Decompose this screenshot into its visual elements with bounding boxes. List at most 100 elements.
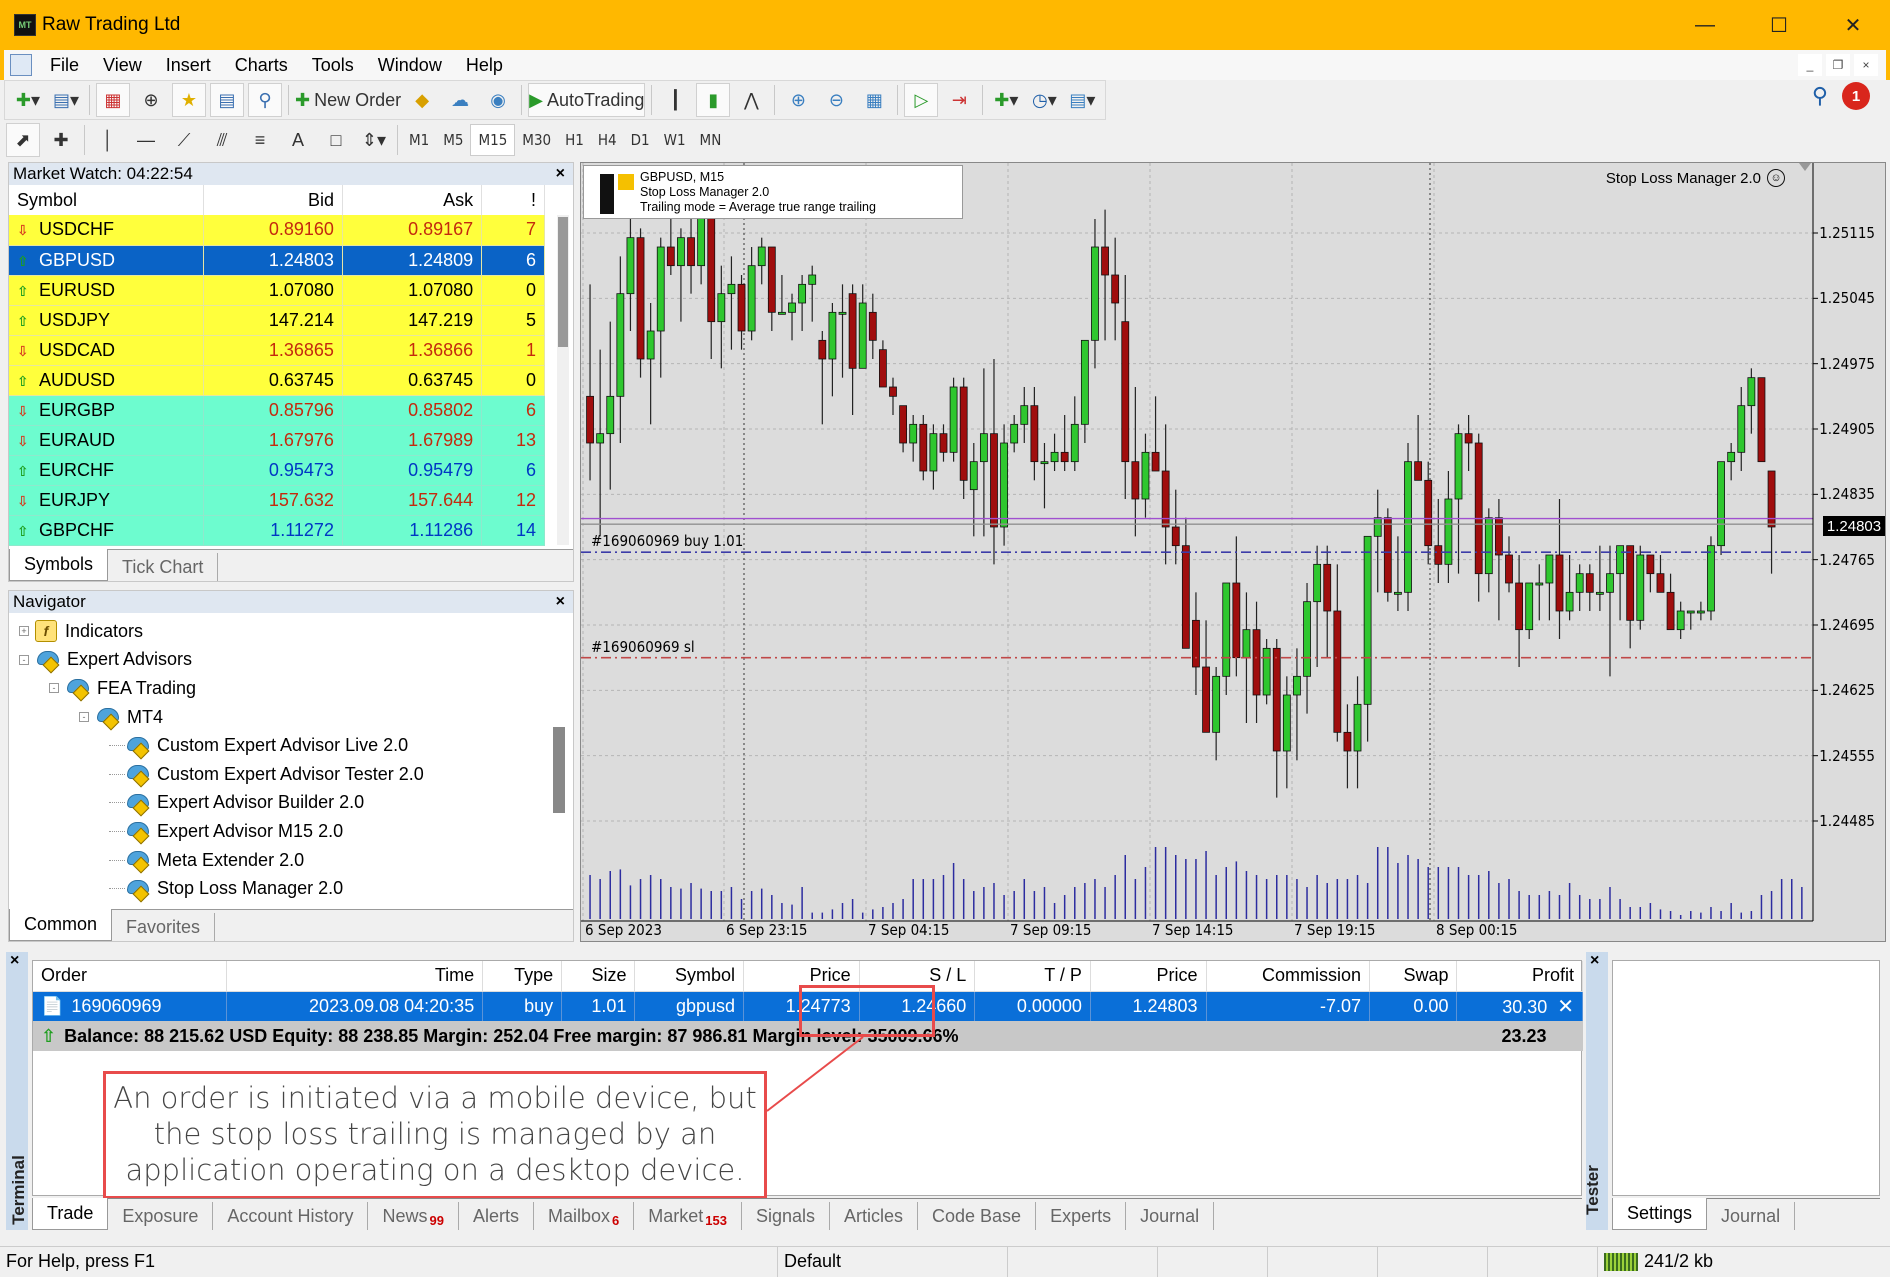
expand-icon[interactable]: + — [19, 626, 29, 637]
trendline-tool[interactable]: ⟋ — [167, 123, 201, 157]
column-header[interactable]: Bid — [203, 185, 343, 215]
close-button[interactable]: ✕ — [1816, 0, 1890, 50]
order-take-profit[interactable]: 0.00000 — [974, 991, 1091, 1021]
navigator-item[interactable]: Stop Loss Manager 2.0 — [9, 874, 549, 903]
tab-exposure[interactable]: Exposure — [108, 1202, 214, 1230]
timeframe-w1[interactable]: W1 — [657, 124, 693, 156]
navigator-item[interactable]: Custom Expert Advisor Live 2.0 — [9, 731, 549, 760]
price-chart[interactable] — [581, 163, 1887, 943]
tab-experts[interactable]: Experts — [1036, 1202, 1127, 1230]
mdi-minimize-button[interactable]: _ — [1798, 54, 1822, 76]
column-header[interactable]: Type — [482, 961, 563, 992]
signals-button[interactable]: ◉ — [481, 83, 515, 117]
column-header[interactable]: Profit — [1456, 961, 1583, 992]
market-watch-row[interactable]: ⇩ EURAUD 1.67976 1.67989 13 — [9, 425, 545, 456]
tab-mailbox[interactable]: Mailbox 6 — [534, 1202, 635, 1230]
tab-favorites[interactable]: Favorites — [112, 913, 216, 941]
market-watch-row[interactable]: ⇩ USDCAD 1.36865 1.36866 1 — [9, 335, 545, 366]
tab-market[interactable]: Market 153 — [634, 1202, 742, 1230]
search-icon[interactable]: ⚲ — [1812, 83, 1828, 109]
tab-trade[interactable]: Trade — [32, 1198, 109, 1230]
menu-insert[interactable]: Insert — [154, 55, 223, 76]
navigator-item[interactable]: Custom Expert Advisor Tester 2.0 — [9, 760, 549, 789]
market-watch-row[interactable]: ⇩ USDCHF 0.89160 0.89167 7 — [9, 215, 545, 246]
terminal-toggle[interactable]: ▤ — [210, 83, 244, 117]
column-header[interactable]: Time — [226, 961, 484, 992]
terminal-close-icon[interactable]: × — [10, 952, 19, 970]
tester-tab-journal[interactable]: Journal — [1707, 1202, 1796, 1230]
navigator-item[interactable]: - FEA Trading — [9, 674, 549, 703]
collapse-icon[interactable]: - — [19, 654, 29, 665]
market-watch-close-icon[interactable]: × — [556, 165, 565, 183]
tester-close-icon[interactable]: × — [1590, 952, 1599, 970]
column-header[interactable]: Ask — [342, 185, 483, 215]
zoom-in-button[interactable]: ⊕ — [781, 83, 815, 117]
tab-articles[interactable]: Articles — [830, 1202, 918, 1230]
line-chart-button[interactable]: ⋀ — [734, 83, 768, 117]
maximize-button[interactable]: ☐ — [1742, 0, 1816, 50]
mdi-restore-button[interactable]: ❐ — [1826, 54, 1850, 76]
templates-button[interactable]: ▤ ▾ — [1065, 83, 1099, 117]
timeframe-h4[interactable]: H4 — [591, 124, 624, 156]
timeframe-mn[interactable]: MN — [693, 124, 729, 156]
tab-tick-chart[interactable]: Tick Chart — [108, 553, 219, 581]
data-window-toggle[interactable]: ⊕ — [134, 83, 168, 117]
candlestick-button[interactable]: ▮ — [696, 83, 731, 117]
timeframe-d1[interactable]: D1 — [624, 124, 657, 156]
notification-badge[interactable]: 1 — [1842, 82, 1870, 110]
column-header[interactable]: ! — [481, 185, 545, 215]
menu-charts[interactable]: Charts — [223, 55, 300, 76]
periods-button[interactable]: ◷ ▾ — [1027, 83, 1061, 117]
navigator-item[interactable]: - MT4 — [9, 703, 549, 732]
navigator-item[interactable]: - Expert Advisors — [9, 646, 549, 675]
collapse-icon[interactable]: - — [79, 712, 89, 723]
column-header[interactable]: Price — [1090, 961, 1207, 992]
navigator-item[interactable]: Expert Advisor M15 2.0 — [9, 817, 549, 846]
autotrading-button[interactable]: ▶ AutoTrading — [528, 83, 646, 117]
tab-code-base[interactable]: Code Base — [918, 1202, 1037, 1230]
tab-alerts[interactable]: Alerts — [459, 1202, 534, 1230]
text-label-tool[interactable]: □ — [319, 123, 353, 157]
indicators-button[interactable]: ✚ ▾ — [989, 83, 1023, 117]
market-watch-row[interactable]: ⇧ GBPCHF 1.11272 1.11286 14 — [9, 515, 545, 546]
market-watch-row[interactable]: ⇧ EURCHF 0.95473 0.95479 6 — [9, 455, 545, 486]
column-header[interactable]: Swap — [1369, 961, 1458, 992]
market-watch-row[interactable]: ⇧ EURUSD 1.07080 1.07080 0 — [9, 275, 545, 306]
market-watch-toggle[interactable]: ▦ — [96, 83, 130, 117]
column-header[interactable]: Size — [561, 961, 636, 992]
horizontal-line-tool[interactable]: — — [129, 123, 163, 157]
cursor-tool[interactable]: ⬈ — [6, 123, 40, 157]
menu-window[interactable]: Window — [366, 55, 454, 76]
profiles-button[interactable]: ▤ ▾ — [49, 83, 83, 117]
metaeditor-button[interactable]: ◆ — [405, 83, 439, 117]
tab-account-history[interactable]: Account History — [213, 1202, 369, 1230]
virtual-hosting-button[interactable]: ☁ — [443, 83, 477, 117]
document-icon[interactable] — [10, 54, 32, 76]
market-watch-row[interactable]: ⇩ EURGBP 0.85796 0.85802 6 — [9, 395, 545, 426]
crosshair-tool[interactable]: ✚ — [44, 123, 78, 157]
equidistant-channel-tool[interactable]: ⫻ — [205, 123, 239, 157]
auto-scroll-button[interactable]: ▷ — [904, 83, 939, 117]
chart-window[interactable]: GBPUSD, M15 Stop Loss Manager 2.0 Traili… — [580, 162, 1886, 942]
timeframe-m30[interactable]: M30 — [515, 124, 558, 156]
navigator-item[interactable]: Meta Extender 2.0 — [9, 846, 549, 875]
zoom-out-button[interactable]: ⊖ — [819, 83, 853, 117]
column-header[interactable]: Commission — [1206, 961, 1371, 992]
fibonacci-tool[interactable]: ≡ — [243, 123, 277, 157]
market-watch-row[interactable]: ⇩ EURJPY 157.632 157.644 12 — [9, 485, 545, 516]
market-watch-row[interactable]: ⇧ USDJPY 147.214 147.219 5 — [9, 305, 545, 336]
minimize-button[interactable]: — — [1668, 0, 1742, 50]
strategy-tester-toggle[interactable]: ⚲ — [248, 83, 282, 117]
menu-file[interactable]: File — [38, 55, 91, 76]
timeframe-m5[interactable]: M5 — [436, 124, 470, 156]
menu-view[interactable]: View — [91, 55, 154, 76]
text-tool[interactable]: A — [281, 123, 315, 157]
column-header[interactable]: Order — [33, 961, 227, 992]
tab-common[interactable]: Common — [9, 909, 113, 941]
close-order-icon[interactable]: ✕ — [1557, 996, 1574, 1018]
market-watch-row[interactable]: ⇧ GBPUSD 1.24803 1.24809 6 — [9, 245, 545, 276]
vertical-line-tool[interactable]: │ — [91, 123, 125, 157]
arrows-tool[interactable]: ⇕ ▾ — [357, 123, 391, 157]
navigator-scrollbar[interactable] — [553, 621, 565, 911]
chart-shift-button[interactable]: ⇥ — [942, 83, 976, 117]
